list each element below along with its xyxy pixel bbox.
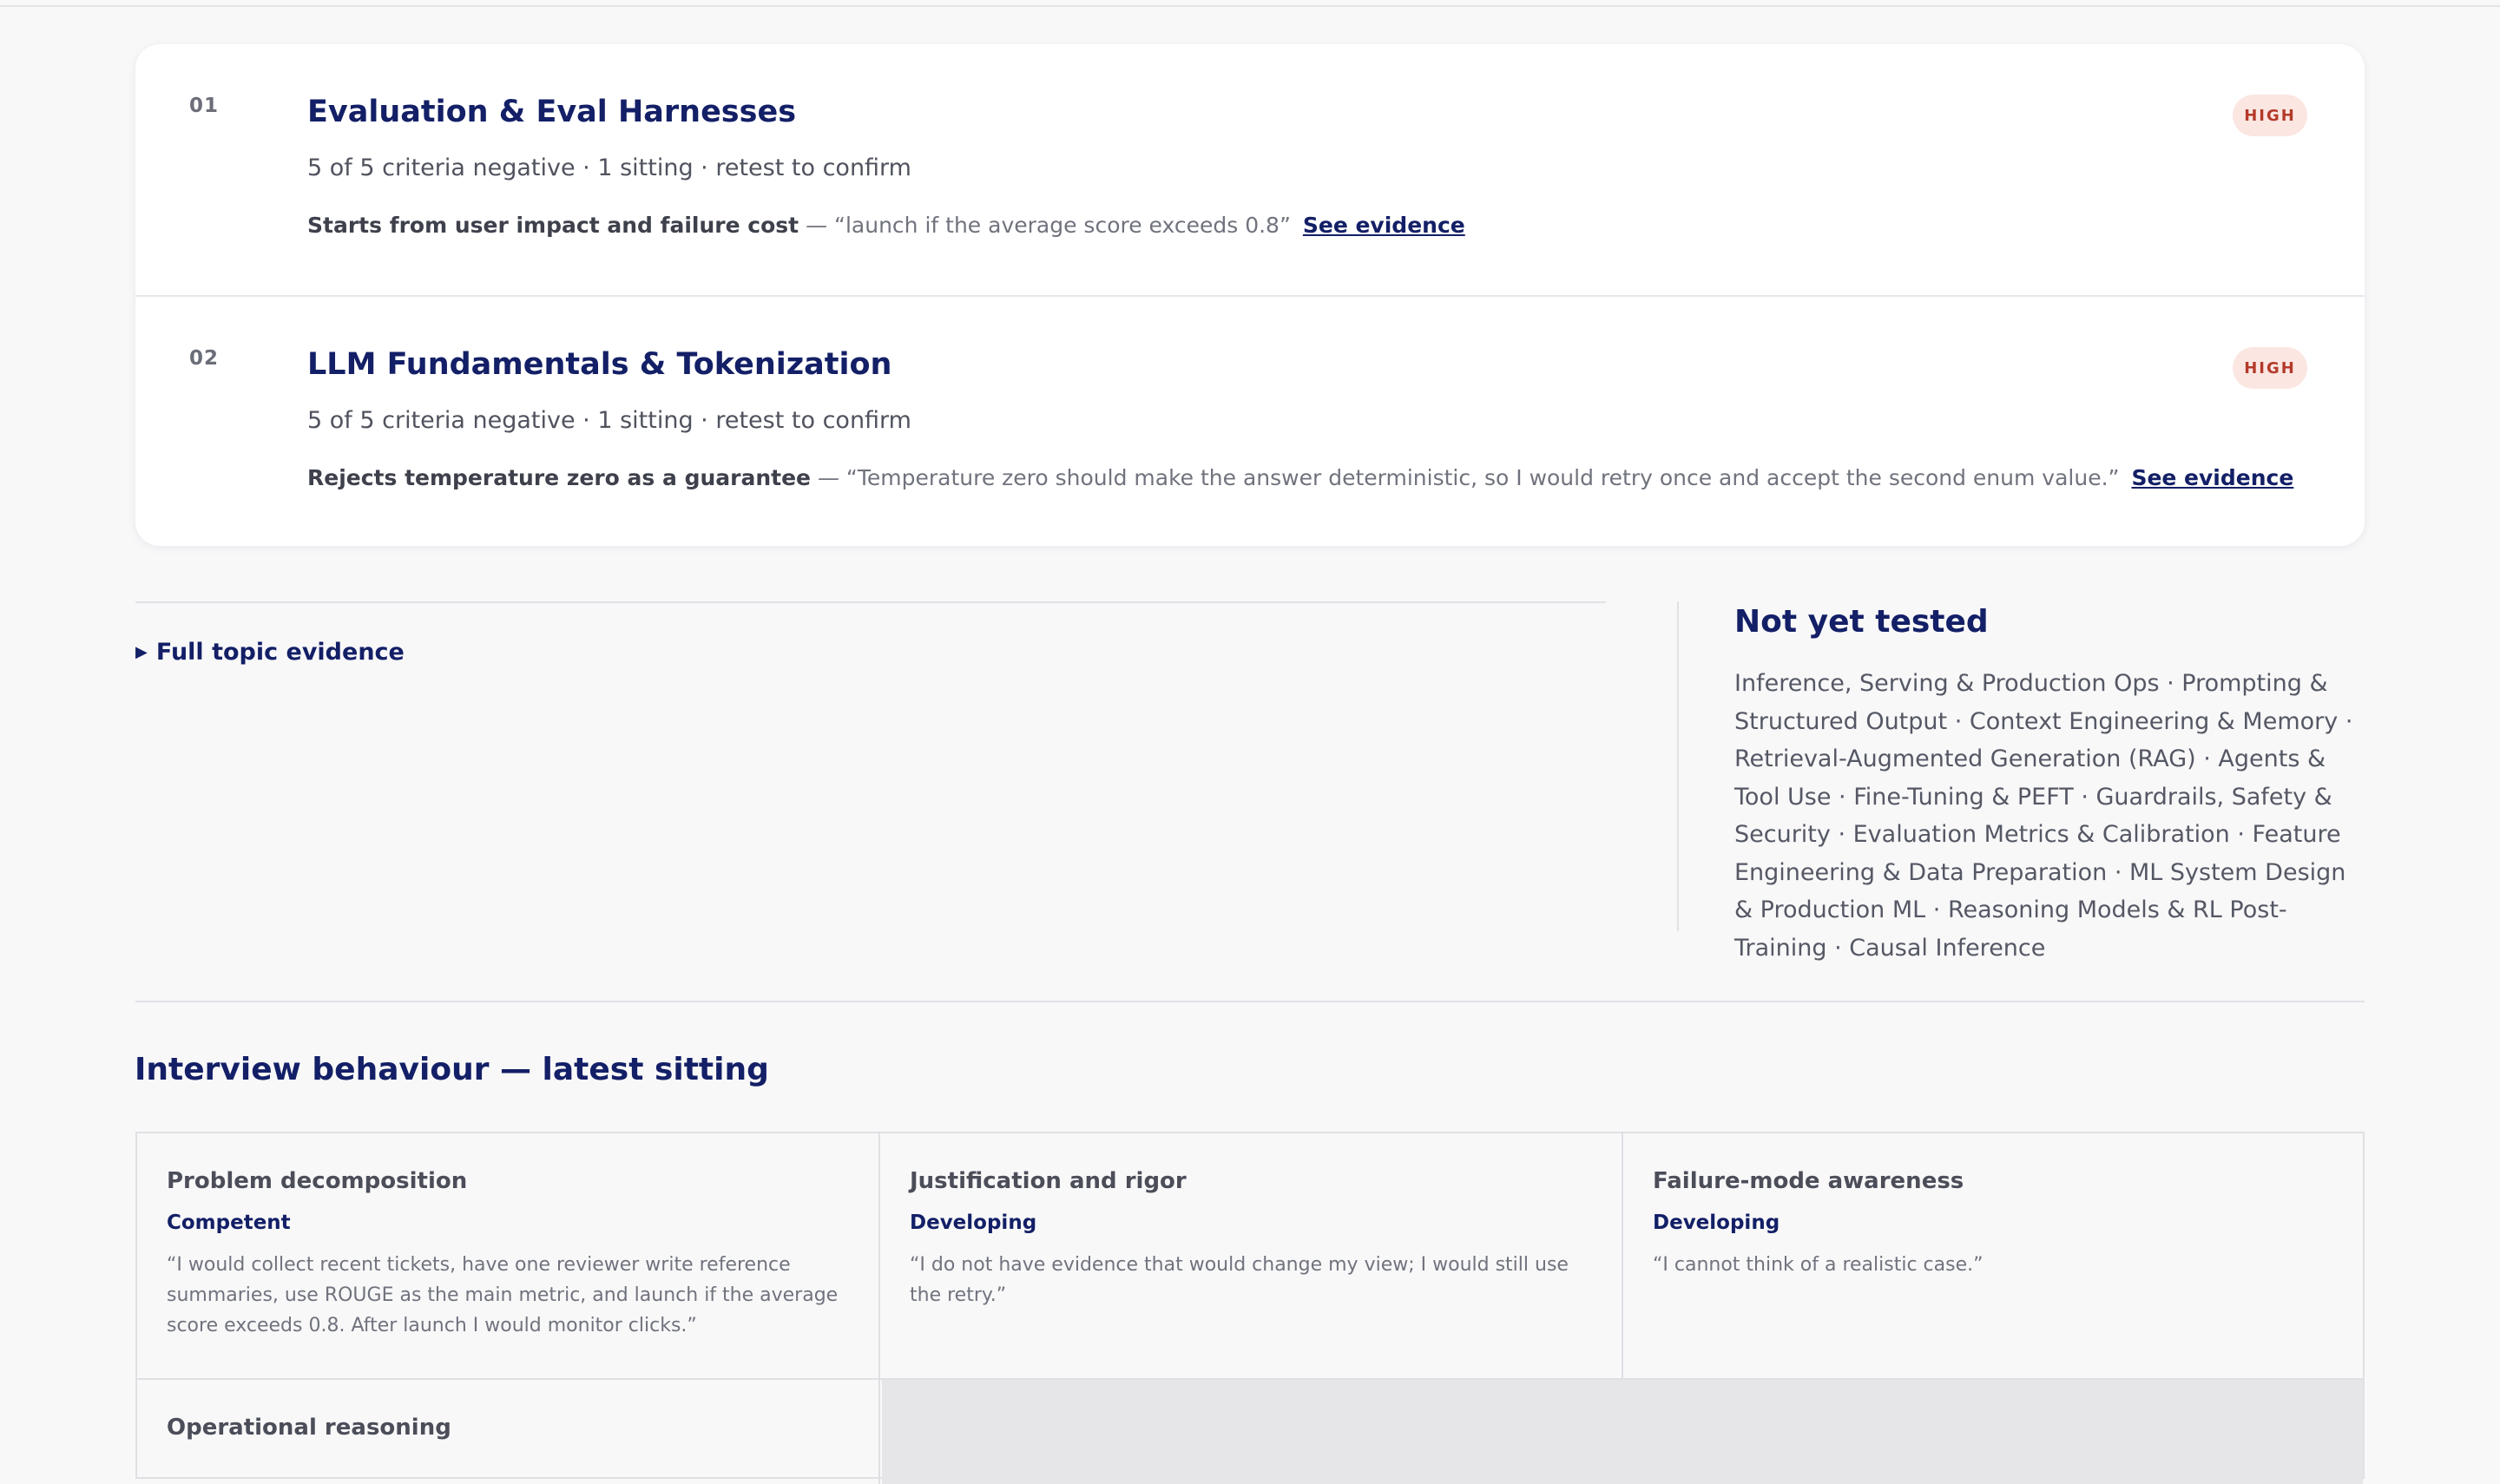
evidence-quote: — “Temperature zero should make the answ… bbox=[811, 465, 2120, 490]
topic-row: 02 LLM Fundamentals & Tokenization 5 of … bbox=[135, 295, 2365, 546]
behaviour-section-title: Interview behaviour — latest sitting bbox=[135, 1052, 769, 1087]
evidence-label: Rejects temperature zero as a guarantee bbox=[307, 465, 811, 490]
behaviour-quote: “I do not have evidence that would chang… bbox=[910, 1254, 1569, 1306]
behaviour-quote: “I would collect recent tickets, have on… bbox=[167, 1254, 839, 1336]
behaviour-cell: Problem decomposition Competent “I would… bbox=[137, 1133, 880, 1380]
topic-number: 01 bbox=[189, 95, 220, 117]
weak-topics-card: 01 Evaluation & Eval Harnesses 5 of 5 cr… bbox=[135, 44, 2365, 546]
section-divider bbox=[135, 1001, 2365, 1002]
behaviour-cell: Operational reasoning bbox=[137, 1380, 880, 1484]
topic-row: 01 Evaluation & Eval Harnesses 5 of 5 cr… bbox=[135, 44, 2365, 295]
behaviour-dimension: Failure-mode awareness bbox=[1653, 1168, 1964, 1194]
behaviour-dimension: Problem decomposition bbox=[167, 1168, 468, 1194]
topic-title: Evaluation & Eval Harnesses bbox=[307, 95, 797, 129]
behaviour-level: Developing bbox=[1653, 1211, 1780, 1234]
evidence-quote: — “launch if the average score exceeds 0… bbox=[799, 213, 1291, 238]
empty-grid-area bbox=[882, 1380, 2363, 1484]
severity-badge: HIGH bbox=[2233, 347, 2307, 389]
behaviour-cell: Failure-mode awareness Developing “I can… bbox=[1623, 1133, 2363, 1380]
severity-badge: HIGH bbox=[2233, 95, 2307, 136]
behaviour-dimension: Operational reasoning bbox=[167, 1415, 451, 1441]
behaviour-level: Developing bbox=[910, 1211, 1037, 1234]
topic-meta: 5 of 5 criteria negative · 1 sitting · r… bbox=[307, 154, 911, 181]
topic-evidence: Rejects temperature zero as a guarantee … bbox=[307, 465, 2293, 490]
see-evidence-link[interactable]: See evidence bbox=[1303, 213, 1465, 238]
behaviour-quote: “I cannot think of a realistic case.” bbox=[1653, 1254, 1984, 1276]
top-divider bbox=[0, 5, 2500, 7]
see-evidence-link[interactable]: See evidence bbox=[2131, 465, 2293, 490]
topic-evidence: Starts from user impact and failure cost… bbox=[307, 213, 1465, 238]
topic-meta: 5 of 5 criteria negative · 1 sitting · r… bbox=[307, 407, 911, 434]
column-divider bbox=[1677, 601, 1679, 931]
behaviour-cell: Justification and rigor Developing “I do… bbox=[880, 1133, 1623, 1380]
section-divider bbox=[135, 601, 1606, 603]
not-yet-tested-list: Inference, Serving & Production Ops · Pr… bbox=[1734, 670, 2353, 962]
behaviour-dimension: Justification and rigor bbox=[910, 1168, 1187, 1194]
full-topic-evidence-toggle[interactable]: ▶ Full topic evidence bbox=[135, 639, 405, 666]
evidence-label: Starts from user impact and failure cost bbox=[307, 213, 799, 238]
behaviour-level: Competent bbox=[167, 1211, 291, 1234]
topic-title: LLM Fundamentals & Tokenization bbox=[307, 347, 892, 382]
triangle-right-icon: ▶ bbox=[135, 643, 148, 661]
topic-number: 02 bbox=[189, 347, 220, 370]
disclosure-label: Full topic evidence bbox=[155, 639, 405, 666]
behaviour-grid: Problem decomposition Competent “I would… bbox=[135, 1132, 2365, 1484]
not-yet-tested-title: Not yet tested bbox=[1734, 604, 1989, 640]
